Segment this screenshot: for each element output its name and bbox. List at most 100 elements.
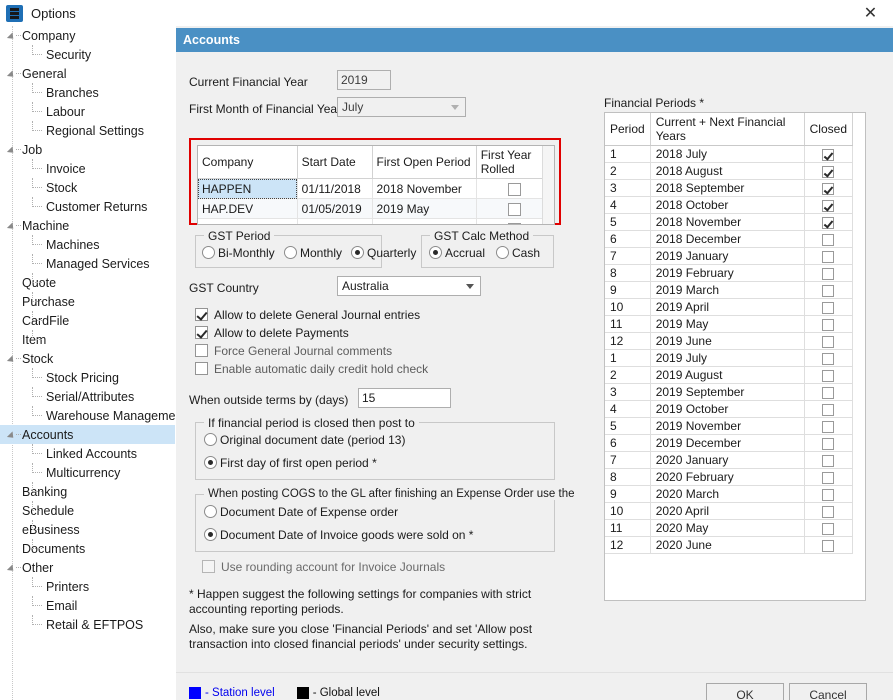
fp-closed-checkbox[interactable] [822,438,834,450]
fp-closed-cell[interactable] [804,486,852,503]
fp-closed-cell[interactable] [804,418,852,435]
fp-closed-checkbox[interactable] [822,370,834,382]
fp-closed-cell[interactable] [804,367,852,384]
company-name-cell[interactable]: HAP.DEV [198,199,297,219]
table-row[interactable]: 62018 December [605,231,853,248]
current-financial-year-field[interactable]: 2019 [337,70,391,90]
fp-closed-checkbox[interactable] [822,506,834,518]
fp-closed-checkbox[interactable] [822,200,834,212]
fp-closed-cell[interactable] [804,452,852,469]
table-row[interactable]: 22018 August [605,163,853,180]
table-row[interactable]: 112020 May [605,520,853,537]
accounts-checkbox-1[interactable] [195,326,208,339]
sidebar-item-banking[interactable]: Banking [0,482,175,501]
gst-country-dropdown[interactable]: Australia [337,276,481,296]
sidebar-item-multicurrency[interactable]: Multicurrency [0,463,175,482]
table-row[interactable]: 82020 February [605,469,853,486]
table-row[interactable]: HAP.DEV01/05/20192019 May [198,199,554,219]
fp-closed-cell[interactable] [804,384,852,401]
fp-closed-cell[interactable] [804,248,852,265]
sidebar-item-managed-services[interactable]: Managed Services [0,254,175,273]
accounts-checkbox-3[interactable] [195,362,208,375]
fp-closed-cell[interactable] [804,265,852,282]
accounts-checkbox-2[interactable] [195,344,208,357]
table-row[interactable]: 102020 April [605,503,853,520]
company-col-header[interactable]: Start Date [297,146,372,179]
company-name-cell[interactable]: HAP.IMP [198,219,297,226]
sidebar-item-stock[interactable]: Stock [0,178,175,197]
table-row[interactable]: 92020 March [605,486,853,503]
fp-closed-checkbox[interactable] [822,489,834,501]
table-row[interactable]: HAPPEN01/11/20182018 November [198,179,554,199]
closed-period-radio-first-open[interactable] [204,456,217,469]
sidebar-item-machine[interactable]: Machine [0,216,175,235]
sidebar-item-serial-attributes[interactable]: Serial/Attributes [0,387,175,406]
fp-closed-checkbox[interactable] [822,166,834,178]
sidebar-item-security[interactable]: Security [0,45,175,64]
first-year-rolled-checkbox[interactable] [508,183,521,196]
sidebar-item-branches[interactable]: Branches [0,83,175,102]
first-open-period-cell[interactable]: 2019 May [372,199,476,219]
gst-period-radio-quarterly[interactable] [351,246,364,259]
fp-closed-checkbox[interactable] [822,319,834,331]
sidebar-item-regional-settings[interactable]: Regional Settings [0,121,175,140]
table-row[interactable]: 92019 March [605,282,853,299]
fp-closed-checkbox[interactable] [822,285,834,297]
fp-closed-cell[interactable] [804,503,852,520]
fp-closed-cell[interactable] [804,401,852,418]
table-row[interactable]: 12018 July [605,146,853,163]
gst-calc-radio-cash[interactable] [496,246,509,259]
fp-col-header[interactable]: Period [605,113,650,146]
table-row[interactable]: 122019 June [605,333,853,350]
fp-col-header[interactable]: Current + Next Financial Years [650,113,804,146]
financial-periods-grid[interactable]: PeriodCurrent + Next Financial YearsClos… [604,112,866,601]
company-col-header[interactable]: First Open Period [372,146,476,179]
table-row[interactable]: 42019 October [605,401,853,418]
table-row[interactable]: 32019 September [605,384,853,401]
company-col-header[interactable]: Company [198,146,297,179]
table-row[interactable]: 52018 November [605,214,853,231]
table-row[interactable]: 72020 January [605,452,853,469]
first-open-period-cell[interactable]: 2018 November [372,179,476,199]
fp-closed-checkbox[interactable] [822,268,834,280]
fp-closed-cell[interactable] [804,180,852,197]
fp-closed-cell[interactable] [804,469,852,486]
fp-closed-checkbox[interactable] [822,523,834,535]
sidebar-item-cardfile[interactable]: CardFile [0,311,175,330]
fp-closed-cell[interactable] [804,231,852,248]
fp-closed-checkbox[interactable] [822,540,834,552]
fp-closed-cell[interactable] [804,350,852,367]
company-name-cell[interactable]: HAPPEN [198,179,297,199]
sidebar-item-labour[interactable]: Labour [0,102,175,121]
rounding-account-checkbox[interactable] [202,560,215,573]
table-row[interactable]: 42018 October [605,197,853,214]
fp-col-header[interactable]: Closed [804,113,852,146]
fp-closed-cell[interactable] [804,333,852,350]
sidebar-item-linked-accounts[interactable]: Linked Accounts [0,444,175,463]
fp-closed-cell[interactable] [804,197,852,214]
first-year-rolled-checkbox[interactable] [508,203,521,216]
start-date-cell[interactable]: 01/05/2019 [297,199,372,219]
fp-closed-checkbox[interactable] [822,302,834,314]
close-icon[interactable]: ✕ [848,0,893,26]
sidebar-item-schedule[interactable]: Schedule [0,501,175,520]
sidebar-item-stock-pricing[interactable]: Stock Pricing [0,368,175,387]
table-row[interactable]: 22019 August [605,367,853,384]
sidebar-item-general[interactable]: General [0,64,175,83]
fp-closed-cell[interactable] [804,435,852,452]
table-row[interactable]: 72019 January [605,248,853,265]
sidebar-item-purchase[interactable]: Purchase [0,292,175,311]
gst-period-radio-bi-monthly[interactable] [202,246,215,259]
fp-closed-cell[interactable] [804,537,852,554]
table-row[interactable]: HAP.IMP01/05/20192019 May [198,219,554,226]
closed-period-radio-original-date[interactable] [204,433,217,446]
start-date-cell[interactable]: 01/05/2019 [297,219,372,226]
fp-closed-checkbox[interactable] [822,472,834,484]
first-open-period-cell[interactable]: 2019 May [372,219,476,226]
table-row[interactable]: 32018 September [605,180,853,197]
sidebar-item-retail-eftpos[interactable]: Retail & EFTPOS [0,615,175,634]
fp-closed-checkbox[interactable] [822,455,834,467]
fp-closed-checkbox[interactable] [822,234,834,246]
accounts-checkbox-0[interactable] [195,308,208,321]
sidebar-item-customer-returns[interactable]: Customer Returns [0,197,175,216]
